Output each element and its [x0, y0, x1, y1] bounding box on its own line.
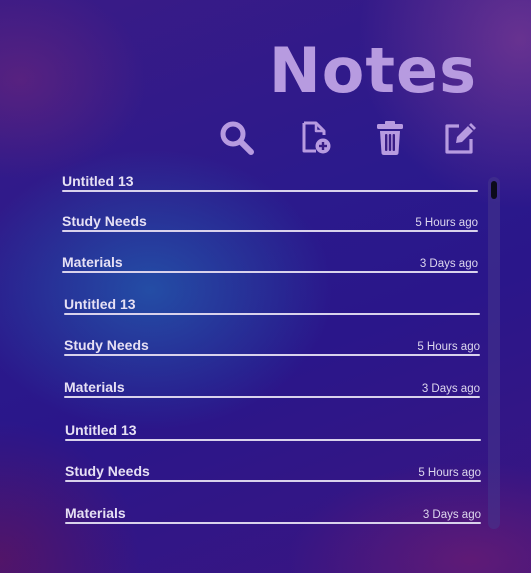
delete-button[interactable] [370, 118, 410, 158]
note-divider [62, 230, 478, 232]
note-time: 5 Hours ago [415, 217, 478, 229]
app-title: Notes [268, 34, 477, 107]
note-divider [62, 190, 478, 192]
note-divider [64, 396, 480, 398]
search-button[interactable] [217, 118, 257, 158]
note-time: 3 Days ago [421, 383, 480, 395]
new-note-button[interactable] [296, 118, 336, 158]
note-item[interactable]: Materials 3 Days ago [65, 504, 481, 524]
note-time: 5 Hours ago [418, 467, 481, 479]
note-divider [64, 354, 480, 356]
note-time: 3 Days ago [419, 258, 478, 270]
note-title: Study Needs [62, 213, 147, 229]
note-title: Study Needs [65, 463, 150, 479]
note-divider [65, 522, 481, 524]
note-title: Study Needs [64, 337, 149, 353]
note-item[interactable]: Untitled 13 [64, 295, 480, 315]
note-time: 5 Hours ago [417, 341, 480, 353]
note-item[interactable]: Untitled 13 [65, 421, 481, 441]
note-title: Untitled 13 [62, 173, 134, 189]
note-title: Materials [65, 505, 126, 521]
new-file-icon [302, 121, 331, 154]
trash-icon [377, 121, 403, 155]
note-item[interactable]: Study Needs 5 Hours ago [65, 462, 481, 482]
note-title: Materials [64, 379, 125, 395]
note-title: Untitled 13 [65, 422, 137, 438]
scrollbar-thumb[interactable] [491, 181, 497, 199]
note-divider [62, 271, 478, 273]
note-divider [65, 439, 481, 441]
note-divider [65, 480, 481, 482]
edit-button[interactable] [440, 118, 480, 158]
toolbar [0, 118, 531, 162]
note-item[interactable]: Materials 3 Days ago [64, 378, 480, 398]
note-item[interactable]: Untitled 13 [62, 172, 478, 192]
note-item[interactable]: Materials 3 Days ago [62, 253, 478, 273]
note-title: Untitled 13 [64, 296, 136, 312]
edit-icon [445, 123, 476, 154]
note-time: 3 Days ago [422, 509, 481, 521]
search-icon [220, 121, 254, 155]
notes-list: Untitled 13 Study Needs 5 Hours ago Mate… [0, 172, 531, 532]
note-divider [64, 313, 480, 315]
note-item[interactable]: Study Needs 5 Hours ago [62, 212, 478, 232]
scrollbar-track[interactable] [488, 177, 500, 529]
note-title: Materials [62, 254, 123, 270]
note-item[interactable]: Study Needs 5 Hours ago [64, 336, 480, 356]
